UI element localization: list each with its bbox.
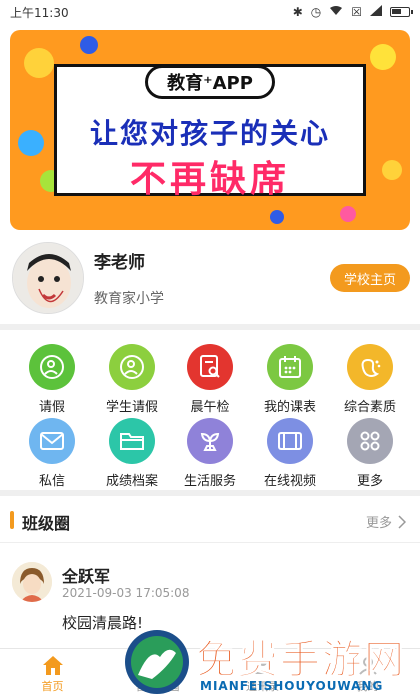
more-icon xyxy=(347,418,393,464)
banner-tag: 教育⁺APP xyxy=(145,65,275,99)
banner-decoration xyxy=(370,44,396,70)
watermark-text: 免费手游网 xyxy=(196,637,406,684)
status-icons: ✱ ◷ ☒ xyxy=(292,5,413,19)
signal-icon xyxy=(370,5,382,19)
class-circle-header: 班级圈 更多 xyxy=(0,500,420,540)
section-divider xyxy=(0,490,420,496)
banner-headline: 让您对孩子的关心 xyxy=(89,117,330,150)
watermark-logo-icon xyxy=(125,630,189,694)
class-circle-title: 班级圈 xyxy=(22,514,71,533)
feature-grades[interactable]: 成绩档案 xyxy=(90,418,174,489)
film-icon xyxy=(267,418,313,464)
feature-label: 晨午检 xyxy=(190,400,230,415)
no-sim-icon: ☒ xyxy=(351,5,362,19)
feature-label: 在线视频 xyxy=(263,474,316,489)
banner-decoration xyxy=(340,206,356,222)
feature-label: 综合素质 xyxy=(343,400,396,415)
footprint-icon xyxy=(347,344,393,390)
battery-icon xyxy=(390,7,413,17)
status-time: 上午11:30 xyxy=(10,5,69,20)
feature-message[interactable]: 私信 xyxy=(10,418,94,489)
section-accent-bar xyxy=(10,511,14,529)
post-timestamp: 2021-09-03 17:05:08 xyxy=(62,586,190,600)
post-author-name: 全跃军 xyxy=(62,567,111,586)
feature-leave[interactable]: 请假 xyxy=(10,344,94,415)
folder-icon xyxy=(109,418,155,464)
feature-inspection[interactable]: 晨午检 xyxy=(168,344,252,415)
plant-icon xyxy=(187,418,233,464)
alarm-icon: ◷ xyxy=(310,5,322,19)
tab-label: 首页 xyxy=(41,680,64,693)
feature-label: 成绩档案 xyxy=(105,474,158,489)
feature-online-video[interactable]: 在线视频 xyxy=(248,418,332,489)
mail-icon xyxy=(29,418,75,464)
status-bar: 上午11:30 ✱ ◷ ☒ xyxy=(0,0,420,24)
calendar-icon xyxy=(267,344,313,390)
home-icon xyxy=(40,654,66,676)
chevron-right-icon xyxy=(398,514,406,529)
post-author-avatar[interactable] xyxy=(12,562,52,602)
promo-banner[interactable]: 教育⁺APP 让您对孩子的关心 不再缺席 xyxy=(10,30,410,230)
school-homepage-button[interactable]: 学校主页 xyxy=(330,264,410,292)
feature-label: 生活服务 xyxy=(183,474,236,489)
banner-decoration xyxy=(80,36,98,54)
feature-label: 学生请假 xyxy=(105,400,158,415)
author-avatar-icon xyxy=(12,562,52,602)
inspection-icon xyxy=(187,344,233,390)
row-divider xyxy=(0,542,420,543)
feature-label: 我的课表 xyxy=(263,400,316,415)
feature-student-leave[interactable]: 学生请假 xyxy=(90,344,174,415)
teacher-avatar-icon xyxy=(13,243,83,313)
feature-label: 更多 xyxy=(356,474,383,489)
bluetooth-icon: ✱ xyxy=(292,5,303,19)
watermark-overlay: 免费手游网 MIANFEISHOUYOUWANG xyxy=(118,625,418,700)
feature-quality[interactable]: 综合素质 xyxy=(328,344,412,415)
feature-timetable[interactable]: 我的课表 xyxy=(248,344,332,415)
banner-subheadline: 不再缺席 xyxy=(129,159,290,200)
feature-label: 请假 xyxy=(38,400,65,415)
teacher-avatar[interactable] xyxy=(12,242,84,314)
banner-decoration xyxy=(24,48,54,78)
school-name: 教育家小学 xyxy=(94,291,164,307)
wifi-icon xyxy=(329,5,343,19)
more-label: 更多 xyxy=(365,516,392,531)
section-divider xyxy=(0,324,420,330)
tab-home[interactable]: 首页 xyxy=(0,649,105,700)
feature-more[interactable]: 更多 xyxy=(328,418,412,489)
feature-life-service[interactable]: 生活服务 xyxy=(168,418,252,489)
teacher-name: 李老师 xyxy=(94,253,145,273)
feature-label: 私信 xyxy=(38,474,65,489)
watermark-subtext: MIANFEISHOUYOUWANG xyxy=(200,679,384,693)
person-leave-icon xyxy=(29,344,75,390)
profile-section: 李老师 教育家小学 学校主页 xyxy=(0,236,420,320)
student-leave-icon xyxy=(109,344,155,390)
banner-decoration xyxy=(270,210,284,224)
class-circle-more-link[interactable]: 更多 xyxy=(366,512,406,531)
